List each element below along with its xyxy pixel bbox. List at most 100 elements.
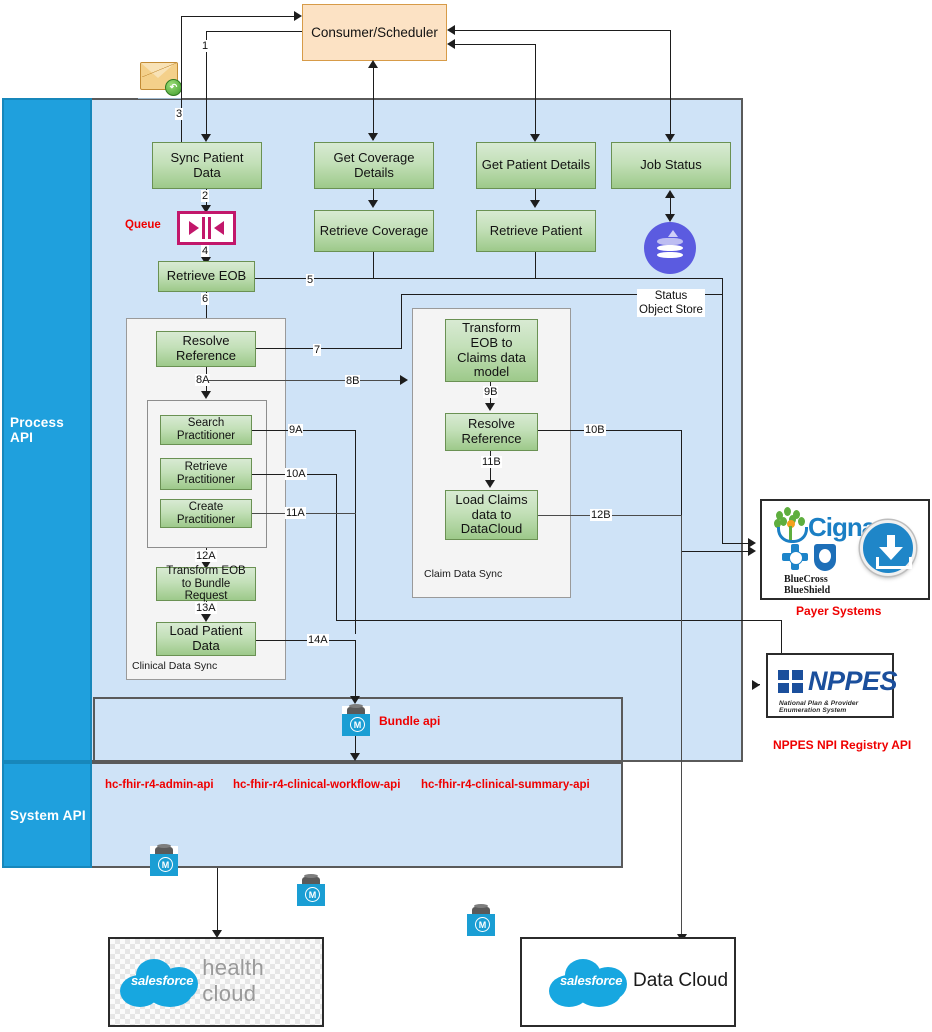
conn-7-v (401, 294, 403, 348)
system-api-0-mulesoft-icon: M (150, 844, 178, 876)
node-search-practitioner-label: Search Practitioner (176, 417, 236, 442)
arrow-13a-down (201, 614, 211, 622)
sidebar-process-api: Process API (2, 98, 92, 762)
node-load-patient-data[interactable]: Load Patient Data (156, 622, 256, 656)
node-transform-eob-to-claims-label: Transform EOB to Claims data model (457, 320, 526, 380)
conn-consumer-to-sync-h (206, 31, 302, 33)
arrow-consumer-to-patient (530, 134, 540, 142)
arrow-8b-to-claimgroup (400, 375, 408, 385)
bundle-api-mulesoft-icon: M (342, 704, 370, 736)
queue-arrow-left-icon (214, 221, 224, 235)
node-get-coverage-details-label: Get Coverage Details (333, 149, 415, 180)
conn-sync-to-consumer-h (181, 16, 294, 18)
arrow-consumer-to-coverage (368, 133, 378, 141)
conn-10a-h2 (336, 620, 782, 622)
step-label-11a: 11A (285, 507, 306, 519)
conn-jobstatus-to-consumer-v (670, 30, 672, 140)
arrow-bundle-to-systemapi (350, 753, 360, 761)
node-sync-patient-data-label: Sync Patient Data (170, 149, 244, 180)
step-label-6: 6 (201, 293, 210, 305)
system-api-1-mulesoft-icon: M (297, 874, 325, 906)
node-transform-eob-to-claims[interactable]: Transform EOB to Claims data model (445, 319, 538, 382)
arrow-10b-to-payer (748, 546, 756, 556)
nppes-caption: NPPES NPI Registry API (773, 738, 912, 752)
data-cloud-product-label: Data Cloud (633, 970, 729, 991)
conn-7-h (256, 348, 402, 350)
conn-coverage-to-bus (373, 252, 375, 278)
salesforce-wordmark-2: salesforce (560, 973, 623, 988)
conn-bus-5-h (255, 278, 723, 280)
nppes-tagline: National Plan & Provider Enumeration Sys… (779, 700, 859, 714)
bcbs-wordmark: BlueCross BlueShield (784, 574, 831, 596)
node-retrieve-coverage-label: Retrieve Coverage (319, 222, 429, 238)
consumer-scheduler-node[interactable]: Consumer/Scheduler (302, 4, 447, 61)
arrow-9b-down (485, 403, 495, 411)
arrow-14a-to-bundle (350, 696, 360, 704)
arrow-jobstatus-to-objstore (665, 214, 675, 222)
conn-sync-to-consumer-v (181, 16, 183, 145)
node-search-practitioner[interactable]: Search Practitioner (160, 415, 252, 445)
step-label-14a: 14A (307, 634, 329, 646)
queue-label: Queue (125, 219, 161, 231)
node-get-patient-details[interactable]: Get Patient Details (476, 142, 596, 189)
system-api-0-label: hc-fhir-r4-admin-api (105, 779, 214, 791)
system-api-2-label: hc-fhir-r4-clinical-summary-api (421, 779, 590, 791)
conn-8b-h (206, 380, 404, 382)
node-retrieve-patient[interactable]: Retrieve Patient (476, 210, 596, 252)
system-api-2-mulesoft-icon: M (467, 904, 495, 936)
conn-patient-to-consumer-v (535, 44, 537, 139)
payer-systems-caption: Payer Systems (796, 604, 882, 618)
step-label-10a: 10A (285, 468, 307, 480)
conn-10b-h2 (681, 551, 754, 553)
consumer-scheduler-label: Consumer/Scheduler (311, 25, 438, 40)
status-object-store-caption-line1: Status (654, 290, 688, 302)
node-retrieve-eob[interactable]: Retrieve EOB (158, 261, 255, 292)
bundle-api-label: Bundle api (379, 714, 441, 728)
health-cloud-logo: salesforce health cloud (118, 953, 322, 1009)
node-load-claims-to-datacloud-label: Load Claims data to DataCloud (455, 492, 528, 537)
step-label-12a: 12A (195, 550, 217, 562)
conn-9a-v (355, 430, 357, 634)
node-retrieve-practitioner[interactable]: Retrieve Practitioner (160, 458, 252, 490)
node-resolve-reference-claim-label: Resolve Reference (461, 416, 522, 446)
step-label-8b: 8B (345, 375, 361, 387)
node-resolve-reference-claim[interactable]: Resolve Reference (445, 413, 538, 451)
node-sync-patient-data[interactable]: Sync Patient Data (152, 142, 262, 189)
conn-systemapi-to-healthcloud (217, 868, 219, 934)
step-label-4: 4 (201, 245, 210, 257)
conn-patient-to-consumer-h (453, 44, 536, 46)
data-cloud-logo: salesforce Data Cloud (547, 953, 728, 1009)
step-label-3: 3 (175, 108, 184, 120)
payer-systems-box: Cigna BlueCross BlueShield (760, 499, 930, 600)
arrow-coverage-down (368, 200, 378, 208)
object-store-icon (644, 222, 696, 274)
node-create-practitioner[interactable]: Create Practitioner (160, 499, 252, 528)
node-retrieve-coverage[interactable]: Retrieve Coverage (314, 210, 434, 252)
node-transform-eob-to-bundle-label: Transform EOB to Bundle Request (166, 564, 246, 603)
arrow-objstore-to-jobstatus (665, 190, 675, 198)
node-load-patient-data-label: Load Patient Data (169, 623, 243, 653)
health-cloud-box: salesforce health cloud (108, 937, 324, 1027)
step-label-9b: 9B (483, 386, 499, 398)
blueshield-text: BlueShield (784, 584, 831, 596)
system-api-panel (2, 762, 623, 868)
data-cloud-box: salesforce Data Cloud (520, 937, 736, 1027)
nppes-wordmark: NPPES (808, 666, 898, 696)
node-get-patient-details-label: Get Patient Details (481, 157, 591, 173)
conn-consumer-coverage (373, 62, 375, 140)
salesforce-cloud-icon: salesforce (118, 953, 202, 1009)
email-sync-badge-icon: ↶ (165, 79, 182, 96)
step-label-5: 5 (306, 274, 315, 286)
step-label-2: 2 (201, 190, 210, 202)
step-label-10b: 10B (584, 424, 606, 436)
step-label-12b: 12B (590, 509, 612, 521)
node-load-claims-to-datacloud[interactable]: Load Claims data to DataCloud (445, 490, 538, 540)
step-label-1: 1 (201, 40, 210, 52)
conn-10a-v (336, 474, 338, 620)
conn-10b-h (538, 430, 682, 432)
node-transform-eob-to-bundle[interactable]: Transform EOB to Bundle Request (156, 564, 256, 603)
node-resolve-reference-clinical[interactable]: Resolve Reference (156, 331, 256, 367)
node-job-status[interactable]: Job Status (611, 142, 731, 189)
node-get-coverage-details[interactable]: Get Coverage Details (314, 142, 434, 189)
download-icon (860, 520, 916, 576)
